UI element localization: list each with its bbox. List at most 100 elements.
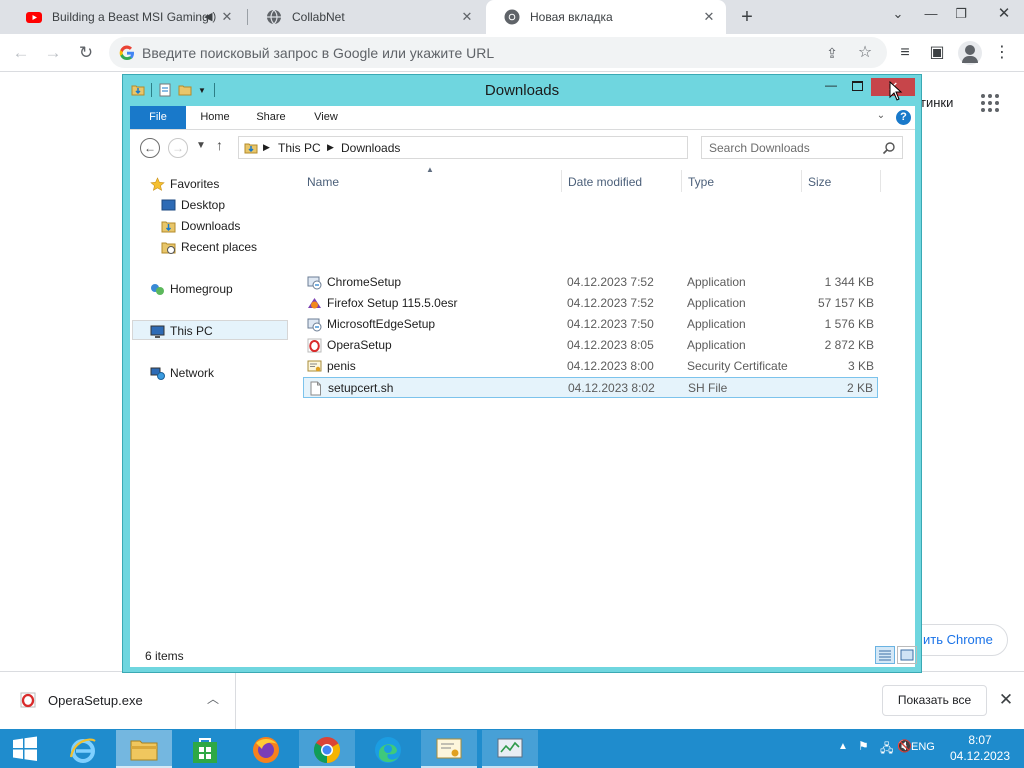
bookmark-star-icon[interactable]: ☆ [856, 44, 874, 62]
taskbar-task-manager[interactable] [482, 730, 538, 768]
file-row[interactable]: OperaSetup 04.12.2023 8:05 Application 2… [303, 335, 878, 356]
ribbon-tabs: File Home Share View ⌄ ? [130, 106, 915, 130]
action-center-flag-icon[interactable]: ⚑ [858, 739, 869, 753]
opera-setup-icon [307, 338, 322, 353]
reading-list-icon[interactable]: ≡ [894, 42, 916, 64]
close-download-bar-icon[interactable]: ✕ [996, 690, 1016, 710]
tray-overflow-chevron-icon[interactable]: ▲ [838, 741, 848, 752]
column-divider[interactable] [801, 170, 802, 192]
ntp-images-link[interactable]: тинки [920, 95, 953, 110]
downloads-folder-icon [161, 221, 176, 233]
menu-kebab-icon[interactable]: ⋮ [991, 42, 1013, 64]
ribbon-tab-file[interactable]: File [130, 106, 186, 129]
breadcrumb-chevron-icon[interactable]: ▶ [263, 142, 270, 153]
taskbar-edge[interactable] [360, 730, 416, 768]
large-icons-view-button[interactable] [897, 646, 917, 664]
chevron-up-icon[interactable]: ︿ [205, 690, 221, 706]
explorer-window-title: Downloads [484, 82, 560, 99]
reload-button[interactable]: ↻ [75, 42, 97, 64]
column-header-type[interactable]: Type [688, 172, 800, 192]
new-tab-button[interactable]: + [737, 7, 757, 27]
tab-youtube[interactable]: Building a Beast MSI Gaming ◀) ✕ [8, 0, 244, 34]
computer-icon [150, 325, 165, 338]
nav-this-pc[interactable]: This PC [132, 320, 288, 340]
details-view-button[interactable] [875, 646, 895, 664]
ribbon-tab-share[interactable]: Share [246, 106, 296, 129]
file-row[interactable]: MicrosoftEdgeSetup 04.12.2023 7:50 Appli… [303, 314, 878, 335]
ribbon-tab-home[interactable]: Home [190, 106, 240, 129]
breadcrumb-downloads[interactable]: Downloads [341, 141, 400, 155]
search-input[interactable] [702, 137, 882, 158]
taskbar-file-explorer[interactable] [116, 730, 172, 768]
profile-avatar[interactable] [958, 41, 982, 65]
nav-label: Downloads [181, 219, 241, 233]
forward-button[interactable]: → [42, 42, 64, 64]
column-divider[interactable] [880, 170, 881, 192]
input-language[interactable]: ENG [911, 741, 935, 753]
file-row[interactable]: ChromeSetup 04.12.2023 7:52 Application … [303, 272, 878, 293]
taskbar-certificate-viewer[interactable] [421, 730, 477, 768]
close-window-button[interactable]: ✕ [993, 4, 1015, 24]
minimize-window-button[interactable]: — [920, 4, 942, 24]
file-name: ChromeSetup [327, 275, 402, 289]
restore-window-button[interactable]: ❐ [950, 4, 972, 24]
help-icon[interactable]: ? [896, 110, 911, 125]
tab-collabnet[interactable]: CollabNet ✕ [248, 0, 484, 34]
column-header-name[interactable]: Name [307, 172, 559, 192]
setup-app-icon [307, 276, 322, 290]
file-date: 04.12.2023 8:05 [567, 338, 654, 352]
column-header-date-modified[interactable]: Date modified [568, 172, 680, 192]
omnibox[interactable]: Введите поисковый запрос в Google или ук… [109, 37, 887, 68]
volume-muted-icon[interactable]: 🔇 [897, 739, 912, 753]
taskbar-store[interactable] [177, 730, 233, 768]
tab-search-chevron-icon[interactable]: ⌄ [887, 4, 909, 24]
taskbar-firefox[interactable] [238, 730, 294, 768]
file-row[interactable]: penis 04.12.2023 8:00 Security Certifica… [303, 356, 878, 377]
explorer-window: ▼ Downloads — ✕ File Home Share View ⌄ ?… [122, 74, 922, 673]
search-icon[interactable] [882, 141, 896, 155]
taskbar-internet-explorer[interactable] [55, 730, 111, 768]
google-apps-icon[interactable] [981, 94, 999, 112]
certificate-icon [307, 360, 322, 372]
address-bar[interactable]: ▶ This PC ▶ Downloads ⌄ ↻ [238, 136, 787, 159]
tab-new-tab[interactable]: Новая вкладка ✕ [486, 0, 726, 34]
firefox-setup-icon [308, 298, 321, 309]
explorer-minimize-button[interactable]: — [820, 79, 842, 97]
certificate-window-icon [436, 738, 462, 759]
download-item[interactable]: OperaSetup.exe ︿ [0, 672, 236, 730]
close-tab-icon[interactable]: ✕ [460, 10, 474, 24]
explorer-title-bar[interactable]: ▼ Downloads — ✕ [123, 75, 921, 105]
tab-title: CollabNet [292, 10, 345, 24]
back-button[interactable]: ← [10, 42, 32, 64]
file-type: Application [687, 317, 746, 331]
breadcrumb-this-pc[interactable]: This PC [278, 141, 321, 155]
youtube-icon [26, 12, 42, 23]
clock-date: 04.12.2023 [949, 749, 1011, 763]
start-button[interactable] [0, 730, 50, 768]
close-tab-icon[interactable]: ✕ [702, 10, 716, 24]
taskbar-clock[interactable]: 8:07 04.12.2023 [942, 732, 1018, 764]
blank-file-icon [310, 381, 321, 396]
show-all-downloads-button[interactable]: Показать все [882, 685, 987, 716]
column-divider[interactable] [681, 170, 682, 192]
explorer-maximize-button[interactable] [846, 79, 868, 97]
recent-locations-chevron-icon[interactable]: ▼ [196, 140, 206, 151]
network-tray-icon[interactable]: 🖧 [880, 739, 893, 760]
up-one-level-icon[interactable]: ↑ [216, 137, 223, 153]
column-header-size[interactable]: Size [808, 172, 878, 192]
file-type: Application [687, 296, 746, 310]
breadcrumb-chevron-icon[interactable]: ▶ [327, 142, 334, 153]
file-date: 04.12.2023 7:52 [567, 296, 654, 310]
file-row-selected[interactable]: setupcert.sh 04.12.2023 8:02 SH File 2 K… [303, 377, 878, 398]
close-tab-icon[interactable]: ✕ [220, 10, 234, 24]
column-divider[interactable] [561, 170, 562, 192]
taskbar-chrome[interactable] [299, 730, 355, 768]
speaker-icon[interactable]: ◀) [204, 10, 216, 23]
explorer-back-button[interactable]: ← [140, 138, 160, 158]
explorer-forward-button[interactable]: → [168, 138, 188, 158]
share-icon[interactable]: ⇪ [823, 44, 841, 62]
side-panel-icon[interactable]: ▣ [926, 42, 948, 64]
file-row[interactable]: Firefox Setup 115.5.0esr 04.12.2023 7:52… [303, 293, 878, 314]
ribbon-tab-view[interactable]: View [302, 106, 350, 129]
expand-ribbon-chevron-icon[interactable]: ⌄ [874, 110, 888, 124]
